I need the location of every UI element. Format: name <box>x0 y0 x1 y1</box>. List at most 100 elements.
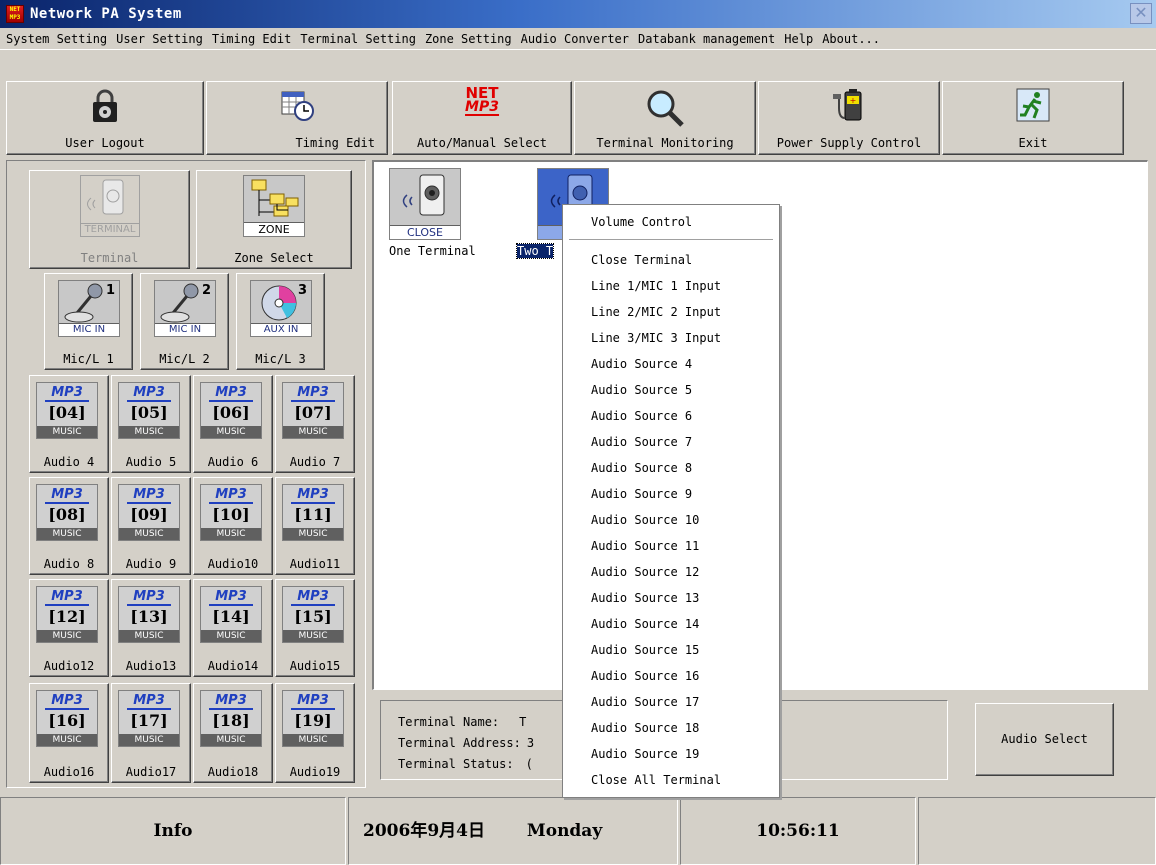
audio-source-label: Audio19 <box>289 765 341 779</box>
mic-line-3-button[interactable]: 3 AUX IN Mic/L 3 <box>236 273 325 370</box>
mp3-icon: MP3 [08] MUSIC <box>36 484 98 541</box>
menu-databank-management[interactable]: Databank management <box>638 32 775 46</box>
speaker-icon <box>402 174 445 216</box>
audio-source-label: Audio 7 <box>289 455 341 469</box>
context-menu-item[interactable]: Audio Source 14 <box>591 617 699 631</box>
audio-source-label: Audio16 <box>43 765 95 779</box>
user-logout-label: User Logout <box>65 136 145 150</box>
audio-source-button[interactable]: MP3 [07] MUSIC Audio 7 <box>275 375 355 473</box>
terminal-monitoring-button[interactable]: Terminal Monitoring <box>574 81 756 155</box>
mp3-icon: MP3 [11] MUSIC <box>282 484 344 541</box>
zone-select-button[interactable]: ZONE Zone Select <box>196 170 352 269</box>
audio-source-button[interactable]: MP3 [13] MUSIC Audio13 <box>111 579 191 677</box>
speaker-icon <box>87 179 124 215</box>
mp3-icon: MP3 [17] MUSIC <box>118 690 180 747</box>
audio-source-label: Audio 6 <box>207 455 259 469</box>
audio-source-button[interactable]: MP3 [08] MUSIC Audio 8 <box>29 477 109 575</box>
zone-select-label: Zone Select <box>234 251 314 265</box>
mp3-icon: MP3 [04] MUSIC <box>36 382 98 439</box>
close-button[interactable]: ✕ <box>1130 3 1152 24</box>
context-menu-item[interactable]: Audio Source 4 <box>591 357 692 371</box>
status-date-cell: 2006年9月4日 Monday <box>348 797 678 865</box>
running-man-icon <box>1016 88 1050 122</box>
timing-edit-label: Timing Edit <box>295 136 375 150</box>
context-menu-item[interactable]: Line 2/MIC 2 Input <box>591 305 721 319</box>
mp3-icon: MP3 [12] MUSIC <box>36 586 98 643</box>
audio-source-button[interactable]: MP3 [10] MUSIC Audio10 <box>193 477 273 575</box>
audio-source-button[interactable]: MP3 [18] MUSIC Audio18 <box>193 683 273 783</box>
status-weekday: Monday <box>526 821 603 841</box>
audio-source-button[interactable]: MP3 [17] MUSIC Audio17 <box>111 683 191 783</box>
mp3-icon: MP3 [10] MUSIC <box>200 484 262 541</box>
status-info: Info <box>0 797 346 865</box>
audio-source-button[interactable]: MP3 [14] MUSIC Audio14 <box>193 579 273 677</box>
audio-source-label: Audio17 <box>125 765 177 779</box>
audio-source-button[interactable]: MP3 [05] MUSIC Audio 5 <box>111 375 191 473</box>
audio-source-button[interactable]: MP3 [06] MUSIC Audio 6 <box>193 375 273 473</box>
status-date: 2006年9月4日 <box>363 821 485 841</box>
context-menu-item[interactable]: Audio Source 18 <box>591 721 699 735</box>
mic-line-1-button[interactable]: 1 MIC IN Mic/L 1 <box>44 273 133 370</box>
context-menu-item[interactable]: Audio Source 17 <box>591 695 699 709</box>
exit-button[interactable]: Exit <box>942 81 1124 155</box>
menu-help[interactable]: Help <box>784 32 813 46</box>
terminal-button[interactable]: TERMINAL Terminal <box>29 170 190 269</box>
terminal-label: Terminal <box>80 251 139 265</box>
mp3-icon: MP3 [18] MUSIC <box>200 690 262 747</box>
context-menu-item[interactable]: Audio Source 8 <box>591 461 692 475</box>
power-supply-control-button[interactable]: + Power Supply Control <box>758 81 940 155</box>
audio-source-button[interactable]: MP3 [19] MUSIC Audio19 <box>275 683 355 783</box>
mic-line-2-button[interactable]: 2 MIC IN Mic/L 2 <box>140 273 229 370</box>
menu-about[interactable]: About... <box>822 32 880 46</box>
audio-source-button[interactable]: MP3 [11] MUSIC Audio11 <box>275 477 355 575</box>
aux-tile: 3 AUX IN <box>250 280 312 337</box>
audio-source-label: Audio18 <box>207 765 259 779</box>
audio-source-label: Audio 9 <box>125 557 177 571</box>
context-menu-item[interactable]: Audio Source 7 <box>591 435 692 449</box>
audio-source-button[interactable]: MP3 [12] MUSIC Audio12 <box>29 579 109 677</box>
context-menu-item[interactable]: Audio Source 19 <box>591 747 699 761</box>
context-menu-item[interactable]: Volume Control <box>591 215 692 229</box>
context-menu-item[interactable]: Audio Source 13 <box>591 591 699 605</box>
mp3-icon: MP3 [16] MUSIC <box>36 690 98 747</box>
menu-audio-converter[interactable]: Audio Converter <box>521 32 629 46</box>
audio-source-button[interactable]: MP3 [09] MUSIC Audio 9 <box>111 477 191 575</box>
context-menu-item[interactable]: Audio Source 16 <box>591 669 699 683</box>
menu-timing-edit[interactable]: Timing Edit <box>212 32 291 46</box>
terminal-tile: CLOSE <box>389 168 461 240</box>
audio-select-button[interactable]: Audio Select <box>975 703 1114 776</box>
context-menu-item[interactable]: Audio Source 11 <box>591 539 699 553</box>
auto-manual-select-button[interactable]: NET MP3 Auto/Manual Select <box>392 81 572 155</box>
context-menu-item[interactable]: Close Terminal <box>591 253 692 267</box>
audio-source-label: Audio15 <box>289 659 341 673</box>
context-menu-item[interactable]: Line 3/MIC 3 Input <box>591 331 721 345</box>
mp3-icon: MP3 [14] MUSIC <box>200 586 262 643</box>
battery-plug-icon: + <box>833 89 862 121</box>
context-menu-item[interactable]: Line 1/MIC 1 Input <box>591 279 721 293</box>
menu-terminal-setting[interactable]: Terminal Setting <box>300 32 416 46</box>
mic-tile: 1 MIC IN <box>58 280 120 337</box>
context-menu-item[interactable]: Audio Source 10 <box>591 513 699 527</box>
context-menu-item[interactable]: Close All Terminal <box>591 773 721 787</box>
audio-source-button[interactable]: MP3 [16] MUSIC Audio16 <box>29 683 109 783</box>
menu-bar: System Setting User Setting Timing Edit … <box>0 28 1156 50</box>
context-menu-item[interactable]: Audio Source 15 <box>591 643 699 657</box>
status-bar: Info 2006年9月4日 Monday 10:56:11 <box>0 797 1156 865</box>
user-logout-button[interactable]: User Logout <box>6 81 204 155</box>
menu-zone-setting[interactable]: Zone Setting <box>425 32 512 46</box>
audio-source-label: Audio 4 <box>43 455 95 469</box>
context-menu-item[interactable]: Audio Source 12 <box>591 565 699 579</box>
audio-source-button[interactable]: MP3 [15] MUSIC Audio15 <box>275 579 355 677</box>
context-menu-item[interactable]: Audio Source 6 <box>591 409 692 423</box>
audio-source-label: Audio10 <box>207 557 259 571</box>
context-menu-item[interactable]: Audio Source 5 <box>591 383 692 397</box>
menu-system-setting[interactable]: System Setting <box>6 32 107 46</box>
terminal-name-label: Terminal Name: <box>398 715 500 729</box>
audio-source-button[interactable]: MP3 [04] MUSIC Audio 4 <box>29 375 109 473</box>
terminal-item[interactable]: CLOSE One Terminal <box>389 168 476 258</box>
audio-source-label: Audio11 <box>289 557 341 571</box>
timing-edit-button[interactable]: Timing Edit <box>206 81 388 155</box>
mp3-icon: MP3 [05] MUSIC <box>118 382 180 439</box>
menu-user-setting[interactable]: User Setting <box>116 32 203 46</box>
context-menu-item[interactable]: Audio Source 9 <box>591 487 692 501</box>
